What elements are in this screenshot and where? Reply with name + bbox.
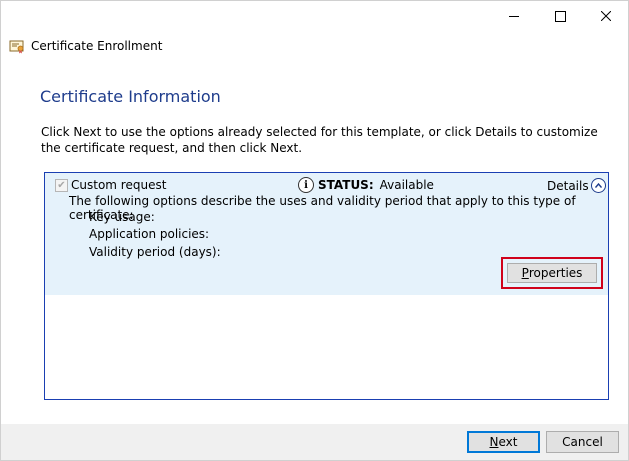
next-accelerator: N [489, 435, 499, 449]
request-name: Custom request [71, 178, 167, 192]
title-bar [1, 1, 628, 31]
maximize-button[interactable] [537, 1, 583, 31]
properties-button[interactable]: Properties [507, 263, 597, 283]
footer-bar: Next Cancel [1, 424, 628, 460]
properties-accelerator: P [521, 266, 529, 280]
certificate-enrollment-window: Certificate Enrollment Certificate Infor… [0, 0, 629, 461]
app-header: Certificate Enrollment [9, 37, 162, 55]
info-icon: i [298, 177, 314, 193]
app-title: Certificate Enrollment [31, 39, 163, 53]
details-toggle[interactable]: Details [547, 178, 606, 193]
minimize-icon [509, 15, 519, 17]
wizard-content: Certificate Information Click Next to us… [24, 69, 614, 424]
request-item-custom[interactable]: ✔ Custom request i STATUS: Available Det… [45, 173, 608, 295]
instructions-text: Click Next to use the options already se… [41, 125, 598, 155]
close-icon [601, 11, 611, 21]
checkmark-icon: ✔ [57, 179, 66, 191]
certificate-request-list: ✔ Custom request i STATUS: Available Det… [44, 172, 609, 400]
page-title: Certificate Information [40, 87, 221, 106]
details-label: Details [547, 178, 589, 193]
next-button[interactable]: Next [467, 431, 540, 453]
request-checkbox[interactable]: ✔ [55, 179, 68, 192]
status-value: Available [379, 178, 434, 192]
status-label: STATUS: [318, 178, 374, 192]
chevron-up-icon[interactable] [590, 178, 606, 193]
properties-button-highlight: Properties [501, 257, 603, 289]
close-button[interactable] [583, 1, 629, 31]
certificate-icon [9, 40, 24, 54]
next-label: ext [498, 435, 518, 449]
maximize-icon [554, 10, 566, 22]
minimize-button[interactable] [491, 1, 537, 31]
validity-period-label: Validity period (days): [89, 245, 221, 259]
key-usage-label: Key usage: [89, 210, 155, 224]
properties-label: roperties [528, 266, 583, 280]
application-policies-label: Application policies: [89, 227, 210, 241]
status-area: i STATUS: Available [298, 177, 434, 193]
cancel-button[interactable]: Cancel [546, 431, 619, 453]
